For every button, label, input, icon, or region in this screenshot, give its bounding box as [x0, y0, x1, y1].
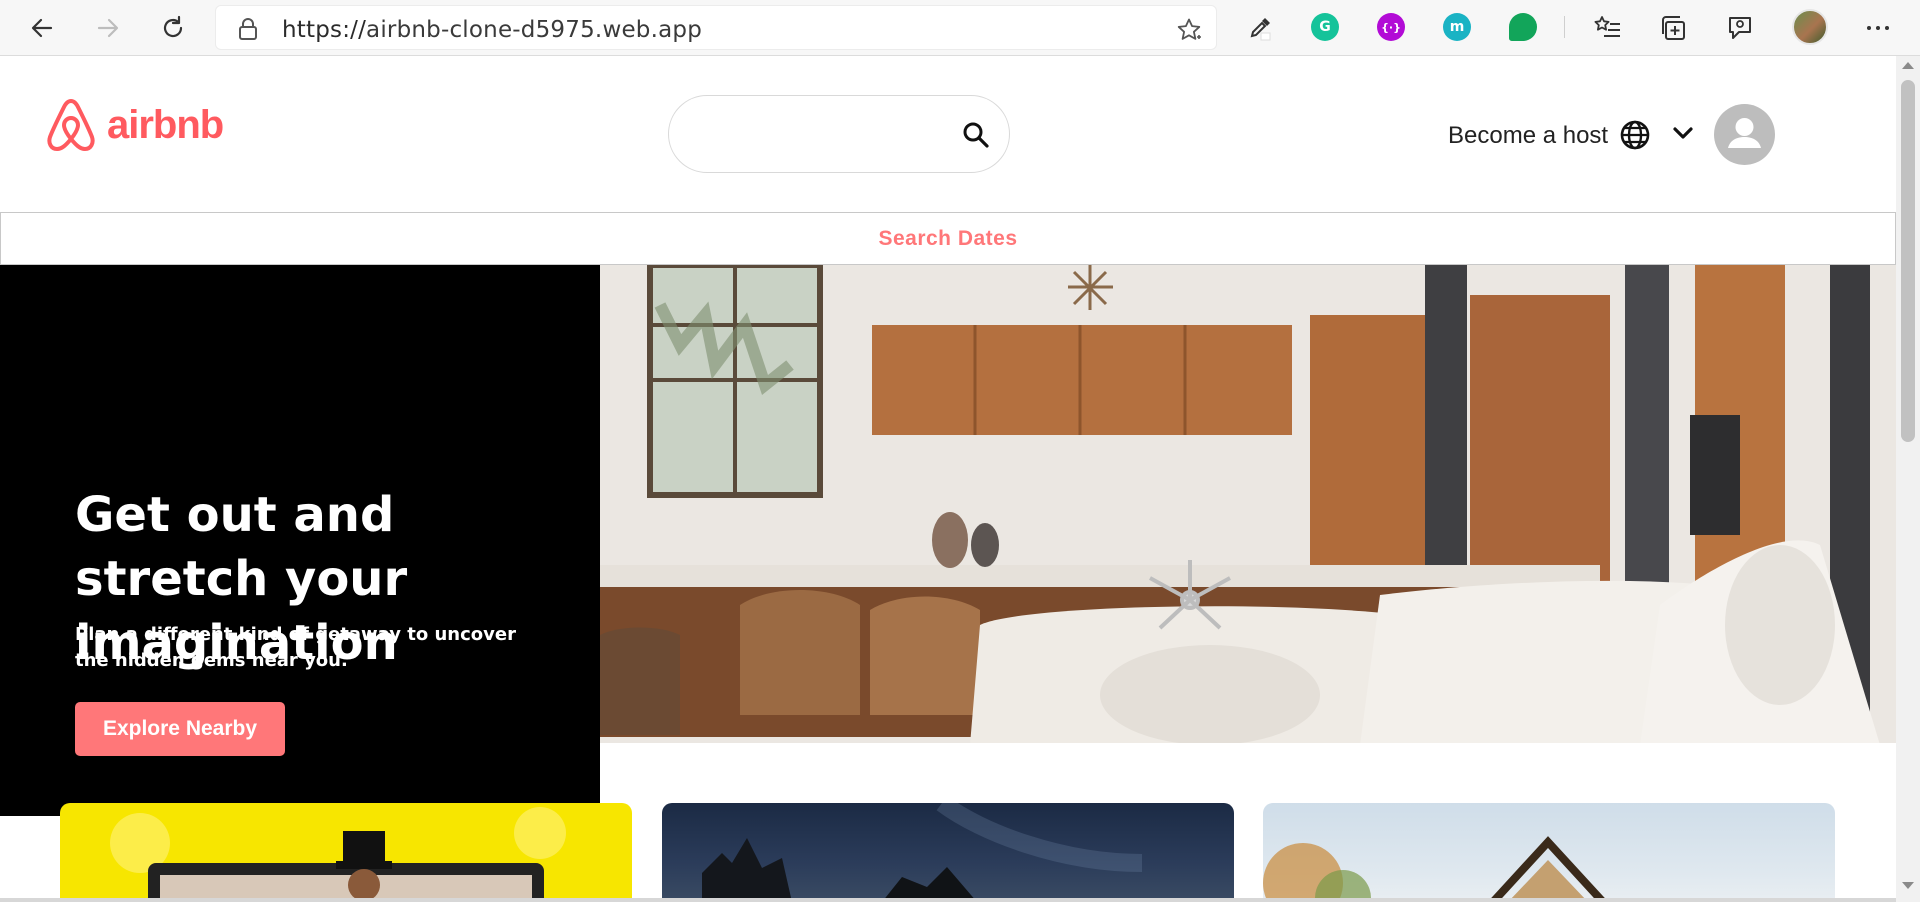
search-input[interactable] — [689, 114, 939, 154]
window-bottom-edge — [0, 898, 1896, 902]
grammarly-extension-icon[interactable]: G — [1311, 13, 1339, 41]
logo-wordmark: airbnb — [107, 102, 224, 147]
hero-text-panel: Get out and stretch your imagination Pla… — [0, 265, 600, 816]
back-arrow-icon — [31, 18, 53, 38]
toolbar-divider — [1564, 16, 1565, 38]
purple-extension-icon[interactable]: {·} — [1377, 13, 1405, 41]
online-experience-illustration — [110, 807, 566, 902]
scroll-down-arrow-icon[interactable] — [1902, 882, 1914, 889]
card-homes-image[interactable] — [1263, 803, 1835, 902]
favorite-star-icon[interactable] — [1176, 17, 1202, 43]
more-dots-icon — [1867, 26, 1889, 30]
airbnb-belo-icon — [47, 99, 95, 151]
search-icon[interactable] — [961, 120, 991, 150]
collections-button[interactable] — [1658, 12, 1690, 44]
night-sky-illustration — [702, 803, 1143, 902]
browser-profile-avatar[interactable] — [1792, 9, 1828, 45]
reload-button[interactable] — [155, 10, 191, 46]
scrollbar-thumb[interactable] — [1901, 80, 1915, 442]
back-button[interactable] — [24, 10, 60, 46]
reload-icon — [163, 15, 183, 38]
eyedropper-extension[interactable] — [1244, 12, 1276, 44]
browser-toolbar: https://airbnb-clone-d5975.web.app G {·}… — [0, 0, 1920, 56]
eyedropper-icon — [1250, 18, 1271, 41]
explore-nearby-button[interactable]: Explore Nearby — [75, 702, 285, 756]
feedback-button[interactable] — [1724, 12, 1756, 44]
search-box[interactable] — [668, 95, 1010, 173]
search-dates-button[interactable]: Search Dates — [0, 212, 1896, 265]
card-online-experiences-image[interactable] — [60, 803, 632, 902]
feedback-icon — [1729, 17, 1751, 39]
chevron-down-icon[interactable] — [1671, 121, 1695, 145]
collections-icon — [1662, 16, 1685, 40]
user-avatar[interactable] — [1714, 104, 1775, 165]
interior-photo-illustration — [600, 265, 1896, 743]
scroll-up-arrow-icon[interactable] — [1902, 62, 1914, 69]
address-bar[interactable]: https://airbnb-clone-d5975.web.app — [215, 5, 1217, 50]
globe-language-icon[interactable] — [1619, 119, 1651, 151]
become-a-host-link[interactable]: Become a host — [1448, 122, 1608, 150]
favorites-button[interactable] — [1592, 12, 1624, 44]
more-menu-button[interactable] — [1862, 12, 1894, 44]
favorites-list-icon — [1594, 16, 1620, 37]
hero-image — [600, 265, 1896, 743]
m-extension-icon[interactable]: m — [1443, 13, 1471, 41]
chat-extension-icon[interactable] — [1509, 13, 1537, 41]
hero-subtitle: Plan a different kind of getaway to unco… — [75, 624, 516, 671]
page-scrollbar[interactable] — [1896, 56, 1920, 902]
lock-icon — [239, 18, 257, 40]
airbnb-logo[interactable]: airbnb — [45, 97, 224, 153]
url-text[interactable]: https://airbnb-clone-d5975.web.app — [282, 17, 702, 43]
user-silhouette-icon — [1728, 118, 1761, 148]
forward-arrow-icon — [97, 18, 119, 38]
site-header: airbnb Become a host — [0, 57, 1896, 212]
card-stays-image[interactable] — [662, 803, 1234, 902]
forward-button[interactable] — [90, 10, 126, 46]
house-exterior-illustration — [1263, 836, 1606, 902]
search-dates-label: Search Dates — [878, 226, 1018, 250]
